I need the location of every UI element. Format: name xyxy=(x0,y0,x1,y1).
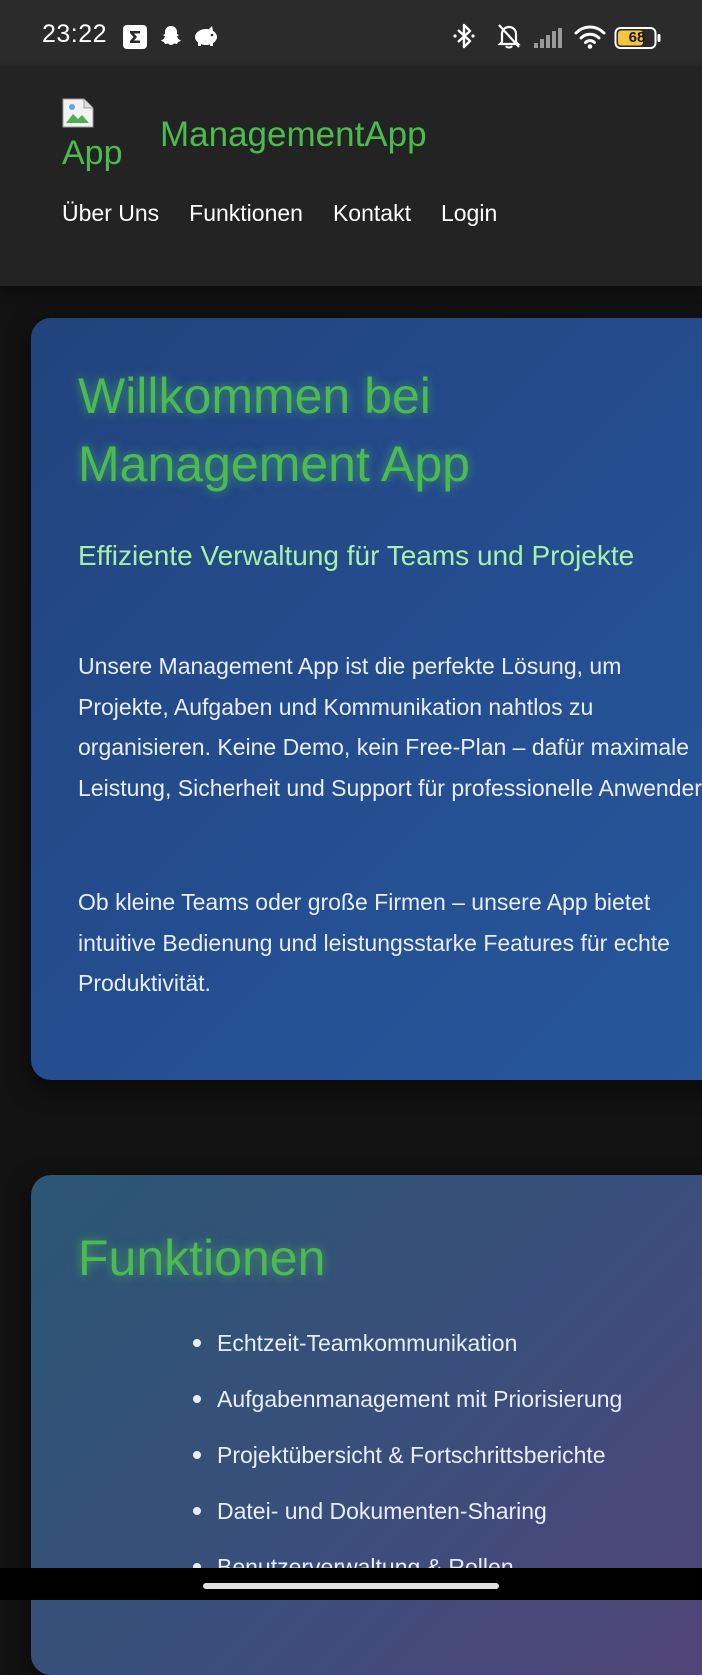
home-indicator[interactable] xyxy=(203,1583,499,1589)
welcome-paragraph-2: Ob kleine Teams oder große Firmen – unse… xyxy=(78,889,670,996)
features-section: Funktionen Echtzeit-Teamkommunikation Au… xyxy=(31,1175,702,1675)
bell-muted-icon xyxy=(496,22,522,54)
feature-item: Echtzeit-Teamkommunikation xyxy=(193,1315,622,1371)
broken-image-icon xyxy=(62,98,94,128)
status-bar: 23:22 68 xyxy=(0,0,702,66)
main-nav: Über Uns Funktionen Kontakt Login xyxy=(62,200,497,227)
nav-link-login[interactable]: Login xyxy=(441,200,497,227)
welcome-title: Willkommen bei Management App xyxy=(78,368,470,492)
brand-logo[interactable]: App xyxy=(62,98,134,178)
features-list: Echtzeit-Teamkommunikation Aufgabenmanag… xyxy=(193,1315,622,1595)
welcome-section: Willkommen bei Management App Effiziente… xyxy=(31,318,702,1080)
brand-name[interactable]: ManagementApp xyxy=(160,115,427,155)
welcome-subtitle: Effiziente Verwaltung für Teams und Proj… xyxy=(78,540,635,571)
feature-item: Datei- und Dokumenten-Sharing xyxy=(193,1483,622,1539)
snapchat-icon xyxy=(159,24,183,52)
nav-link-funktionen[interactable]: Funktionen xyxy=(189,200,303,227)
status-time: 23:22 xyxy=(42,20,108,48)
battery-level-text: 68 xyxy=(628,29,646,46)
logo-alt-text: App xyxy=(62,134,123,172)
welcome-paragraph-1: Unsere Management App ist die perfekte L… xyxy=(78,653,702,801)
features-title: Funktionen xyxy=(78,1230,326,1286)
signal-icon xyxy=(533,28,563,52)
feature-item: Projektübersicht & Fortschrittsberichte xyxy=(193,1427,622,1483)
bluetooth-icon xyxy=(452,22,476,54)
wifi-icon xyxy=(574,24,606,54)
nav-link-ueber-uns[interactable]: Über Uns xyxy=(62,200,159,227)
battery-icon: 68 xyxy=(614,25,662,55)
sigma-app-icon xyxy=(123,25,147,53)
feature-item: Aufgabenmanagement mit Priorisierung xyxy=(193,1371,622,1427)
system-nav-bar xyxy=(0,1568,702,1600)
piggy-icon xyxy=(193,26,219,52)
nav-link-kontakt[interactable]: Kontakt xyxy=(333,200,411,227)
